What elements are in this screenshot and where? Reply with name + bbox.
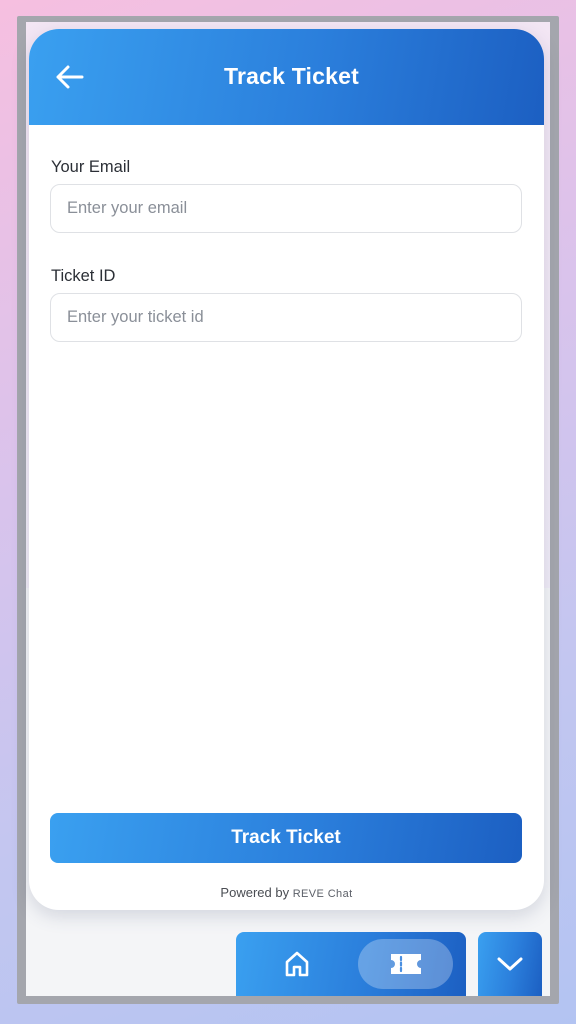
chat-widget-panel: Track Ticket Your Email Ticket ID Track … <box>29 29 544 910</box>
powered-by: Powered by REVE Chat <box>29 885 544 900</box>
powered-by-label: Powered by <box>220 885 290 900</box>
track-ticket-button[interactable]: Track Ticket <box>50 813 522 863</box>
email-field[interactable] <box>50 184 522 233</box>
bottom-nav <box>236 932 466 996</box>
email-label: Your Email <box>51 158 131 176</box>
nav-home-button[interactable] <box>276 946 318 982</box>
home-icon <box>285 951 309 977</box>
brand-logo: REVE Chat <box>292 888 353 900</box>
chevron-down-icon <box>497 957 523 971</box>
nav-ticket-button[interactable] <box>358 939 453 989</box>
ticket-id-label: Ticket ID <box>51 267 116 285</box>
ticket-icon <box>390 954 421 974</box>
header: Track Ticket <box>29 29 544 125</box>
ticket-id-field[interactable] <box>50 293 522 342</box>
collapse-widget-button[interactable] <box>478 932 542 996</box>
page-title: Track Ticket <box>224 63 359 89</box>
